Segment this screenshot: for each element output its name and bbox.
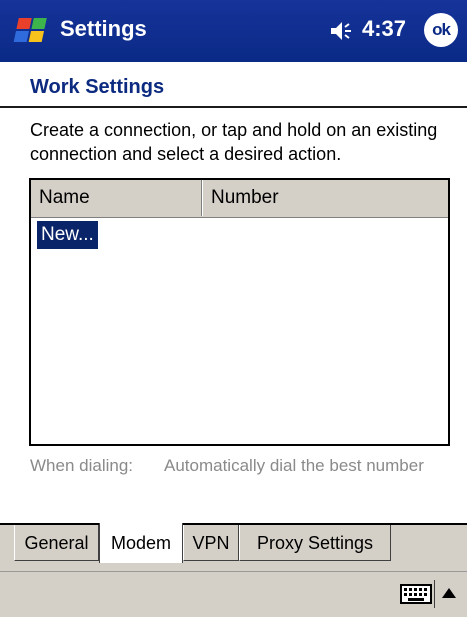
column-header-name[interactable]: Name xyxy=(31,180,202,216)
dialing-label: When dialing: xyxy=(30,456,134,475)
title-divider xyxy=(0,106,467,108)
column-header-number[interactable]: Number xyxy=(202,180,448,216)
app-title: Settings xyxy=(60,16,147,41)
volume-icon[interactable] xyxy=(330,20,356,42)
keyboard-icon[interactable] xyxy=(400,584,432,604)
tab-modem[interactable]: Modem xyxy=(99,523,183,563)
tab-bar: General Modem VPN Proxy Settings xyxy=(0,523,467,571)
sip-arrow-up-icon[interactable] xyxy=(440,586,458,600)
menu-bar xyxy=(0,571,467,617)
ok-button[interactable]: ok xyxy=(424,13,458,47)
clock[interactable]: 4:37 xyxy=(362,16,406,42)
list-item-new[interactable]: New... xyxy=(37,221,98,249)
tab-vpn[interactable]: VPN xyxy=(183,525,239,561)
tab-proxy-settings[interactable]: Proxy Settings xyxy=(239,525,391,561)
title-bar: Settings 4:37 ok xyxy=(0,0,467,62)
sip-separator xyxy=(434,580,435,608)
tab-general[interactable]: General xyxy=(14,525,99,561)
connections-list[interactable]: Name Number New... xyxy=(29,178,450,446)
dialing-value: Automatically dial the best number xyxy=(164,456,424,475)
instructions-text: Create a connection, or tap and hold on … xyxy=(30,120,438,164)
page-title: Work Settings xyxy=(30,76,165,98)
windows-start-icon[interactable] xyxy=(12,14,50,48)
list-header: Name Number xyxy=(31,180,448,218)
device-screen: Settings 4:37 ok Work Settings Create a … xyxy=(0,0,467,617)
